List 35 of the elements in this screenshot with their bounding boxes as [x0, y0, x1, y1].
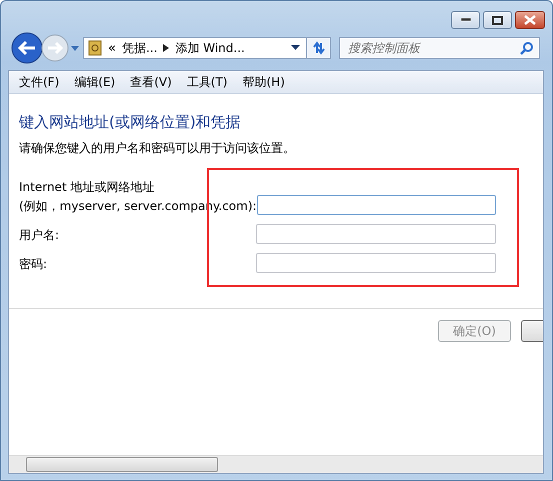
close-button[interactable]	[515, 11, 545, 29]
refresh-button[interactable]	[307, 37, 331, 59]
forward-arrow-button[interactable]	[40, 33, 70, 63]
search-field[interactable]: 搜索控制面板	[339, 37, 540, 59]
overflow-chevron[interactable]: «	[108, 40, 116, 56]
menu-item[interactable]: 编辑(E)	[74, 74, 116, 90]
maximize-button[interactable]	[483, 11, 512, 29]
maximize-icon	[492, 16, 503, 24]
scrollbar-thumb[interactable]	[26, 457, 218, 472]
menu-item[interactable]: 帮助(H)	[242, 74, 285, 90]
breadcrumb-item[interactable]: 添加 Wind...	[175, 40, 245, 56]
input-field[interactable]	[256, 224, 496, 244]
input-field[interactable]	[256, 253, 496, 273]
breadcrumb-item[interactable]: 凭据...	[122, 40, 158, 56]
separator-arrow-icon[interactable]	[163, 44, 170, 52]
minimize-icon	[460, 18, 470, 22]
field-label: 密码:	[19, 256, 48, 273]
close-icon	[524, 15, 536, 25]
field-label: Internet 地址或网络地址	[19, 179, 156, 196]
back-arrow-button[interactable]	[10, 31, 44, 65]
address-bar[interactable]: « 凭据... 添加 Wind...	[83, 37, 307, 59]
menu-item[interactable]: 查看(V)	[130, 74, 172, 90]
minimize-button[interactable]	[451, 11, 480, 29]
menu-item[interactable]: 工具(T)	[186, 74, 228, 90]
menu-item[interactable]: 文件(F)	[19, 74, 60, 90]
input-field[interactable]	[256, 195, 496, 215]
safe-icon	[88, 40, 102, 56]
refresh-icon	[310, 41, 326, 55]
dropdown-arrow-icon[interactable]	[291, 45, 300, 51]
field-label: 用户名:	[19, 227, 60, 244]
horizontal-scrollbar[interactable]	[9, 455, 543, 473]
instruction-text: 请确保您键入的用户名和密码可以用于访问该位置。	[19, 140, 296, 157]
search-icon[interactable]	[520, 41, 534, 55]
dialog-heading: 键入网站地址(或网络位置)和凭据	[19, 113, 242, 132]
cut-off-button[interactable]	[521, 320, 543, 342]
